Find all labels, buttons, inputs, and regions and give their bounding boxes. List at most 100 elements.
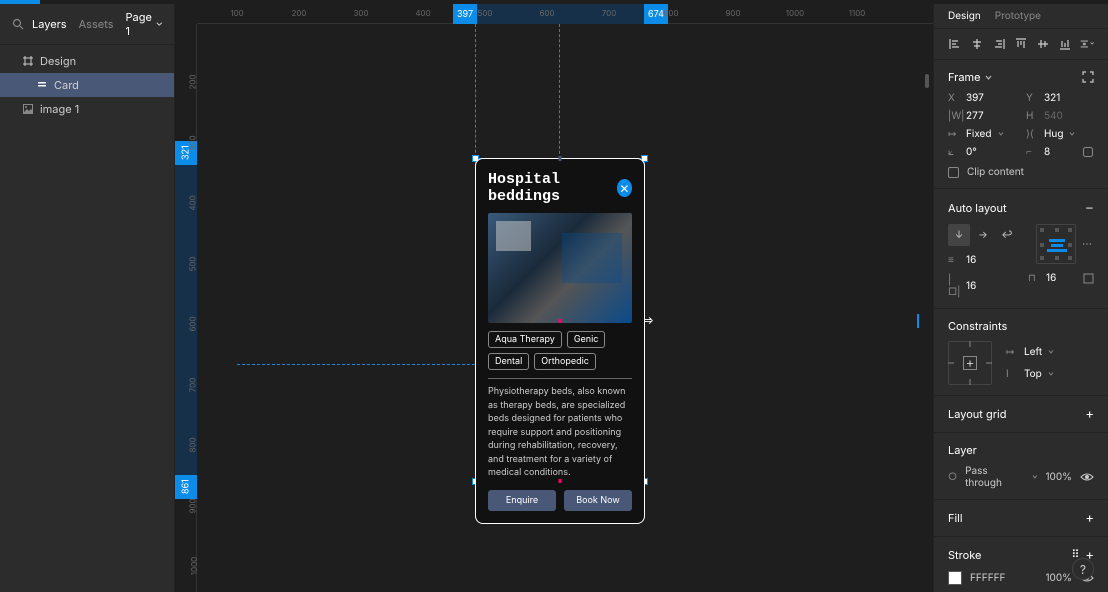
layer-label: Card: [54, 78, 79, 92]
color-swatch[interactable]: [948, 571, 962, 585]
tag[interactable]: Orthopedic: [534, 353, 596, 370]
radius-icon: ⌐: [1026, 146, 1038, 158]
checkbox[interactable]: [948, 167, 959, 178]
scrollbar-thumb[interactable]: [925, 74, 929, 88]
align-top-icon[interactable]: [1014, 37, 1028, 51]
layer-row-image1[interactable]: image 1: [0, 97, 174, 121]
chevron-down-icon: [1069, 131, 1075, 137]
ruler-vertical: 321 861 2003004005006007008009001000: [175, 24, 197, 592]
padding-indicator: [917, 314, 919, 328]
independent-corners-icon[interactable]: [1082, 146, 1094, 158]
independent-padding-icon[interactable]: [1083, 273, 1094, 284]
chevron-down-icon: [1048, 349, 1054, 355]
layer-label: Design: [40, 54, 76, 68]
hug-icon: ⟩⟨: [1026, 128, 1038, 140]
divider: [488, 378, 632, 379]
direction-wrap-icon[interactable]: ↩: [996, 224, 1018, 246]
chevron-down-icon: [998, 131, 1004, 137]
constraint-h[interactable]: ↦ Left: [1006, 346, 1054, 358]
stroke-opacity[interactable]: 100%: [1045, 572, 1072, 584]
section-title: Constraints: [948, 319, 1007, 333]
field-w[interactable]: |W|277: [948, 110, 1016, 122]
add-icon[interactable]: +: [1085, 406, 1094, 422]
visibility-icon[interactable]: [1080, 472, 1094, 482]
field-y[interactable]: Y321: [1026, 92, 1094, 104]
field-height-mode[interactable]: ⟩⟨ Hug: [1026, 128, 1094, 140]
resize-to-fit-icon[interactable]: [1082, 71, 1094, 83]
section-title: Fill: [948, 511, 963, 525]
constraints-box[interactable]: +: [948, 341, 992, 385]
tab-layers[interactable]: Layers: [32, 17, 67, 31]
left-panel: Layers Assets Page 1 Design Card image 1: [0, 4, 175, 592]
ruler-marker-x-start: 397: [453, 4, 477, 24]
section-fill: Fill +: [934, 500, 1108, 537]
align-hcenter-icon[interactable]: [970, 37, 984, 51]
help-button[interactable]: ?: [1072, 558, 1094, 580]
clip-content-row[interactable]: Clip content: [948, 166, 1094, 178]
section-layout-grid: Layout grid +: [934, 396, 1108, 433]
direction-right-icon[interactable]: →: [972, 224, 994, 246]
autolayout-icon: [36, 79, 48, 91]
layer-row-design[interactable]: Design: [0, 49, 174, 73]
field-x[interactable]: X397: [948, 92, 1016, 104]
angle-icon: ⟀: [948, 146, 960, 158]
opacity-value[interactable]: 100%: [1045, 471, 1072, 483]
chevron-down-icon[interactable]: [985, 74, 992, 81]
align-left-icon[interactable]: [948, 37, 962, 51]
remove-autolayout-icon[interactable]: −: [1085, 199, 1094, 216]
layer-tree: Design Card image 1: [0, 45, 174, 125]
layer-label: image 1: [40, 102, 79, 116]
search-icon[interactable]: [12, 18, 24, 30]
h-constraint-icon: ↦: [1006, 346, 1018, 358]
tag[interactable]: Dental: [488, 353, 529, 370]
card-image: [488, 213, 632, 323]
constraint-v[interactable]: I Top: [1006, 368, 1054, 380]
distribute-icon[interactable]: [1080, 37, 1094, 51]
right-panel-tabs: Design Prototype: [934, 4, 1108, 29]
card-frame[interactable]: Hospital beddings ✕ Aqua Therapy Genic D…: [475, 158, 645, 524]
chevron-down-icon: [156, 20, 163, 28]
field-gap-v[interactable]: ≡ 16: [948, 254, 1018, 266]
section-layer: Layer ○ Pass through 100%: [934, 433, 1108, 500]
field-h[interactable]: H540: [1026, 110, 1094, 122]
tab-prototype[interactable]: Prototype: [995, 10, 1041, 22]
direction-buttons: ↓ → ↩: [948, 224, 1018, 246]
field-width-mode[interactable]: ↦ Fixed: [948, 128, 1016, 140]
book-now-button[interactable]: Book Now: [564, 490, 632, 511]
field-rotation[interactable]: ⟀0°: [948, 146, 1016, 158]
section-title: Frame: [948, 70, 981, 84]
field-v-padding[interactable]: ⊓ 16: [1028, 272, 1094, 284]
tag[interactable]: Genic: [567, 331, 606, 348]
layer-row-card[interactable]: Card: [0, 73, 174, 97]
ruler-marker-y-end: 861: [175, 475, 197, 499]
add-icon[interactable]: +: [1085, 510, 1094, 526]
clip-content-label: Clip content: [967, 166, 1024, 178]
align-vcenter-icon[interactable]: [1036, 37, 1050, 51]
canvas[interactable]: 397 674 10020030040050060070080090010001…: [175, 4, 933, 592]
tab-assets[interactable]: Assets: [79, 17, 114, 31]
field-gap-h[interactable]: |□| 16: [948, 274, 1018, 298]
field-radius[interactable]: ⌐ 8: [1026, 146, 1094, 158]
blend-mode-icon[interactable]: ○: [948, 471, 957, 483]
more-options-icon[interactable]: ⋯: [1082, 238, 1094, 250]
alignment-box[interactable]: [1036, 224, 1076, 264]
stroke-color[interactable]: FFFFFF: [970, 572, 1005, 584]
close-icon[interactable]: ✕: [617, 179, 632, 197]
align-right-icon[interactable]: [992, 37, 1006, 51]
right-panel: Design Prototype Frame X397 Y321 |W|277 …: [933, 4, 1108, 592]
v-padding-icon: ⊓: [1028, 272, 1040, 284]
ruler-horizontal: 397 674 10020030040050060070080090010001…: [197, 4, 933, 24]
section-constraints: Constraints + ↦ Left I Top: [934, 309, 1108, 396]
page-selector[interactable]: Page 1: [126, 10, 163, 38]
enquire-button[interactable]: Enquire: [488, 490, 556, 511]
align-bottom-icon[interactable]: [1058, 37, 1072, 51]
card-title: Hospital beddings: [488, 171, 617, 205]
frame-icon: [22, 55, 34, 67]
v-gap-icon: ≡: [948, 254, 960, 266]
tag[interactable]: Aqua Therapy: [488, 331, 562, 348]
h-resize-icon: ↦: [948, 128, 960, 140]
viewport[interactable]: ⇔ 277 (min) × Hug Hospital beddings ✕ Aq…: [197, 24, 933, 592]
blend-mode[interactable]: Pass through: [965, 465, 1024, 489]
direction-down-icon[interactable]: ↓: [948, 224, 970, 246]
tab-design[interactable]: Design: [948, 10, 981, 22]
